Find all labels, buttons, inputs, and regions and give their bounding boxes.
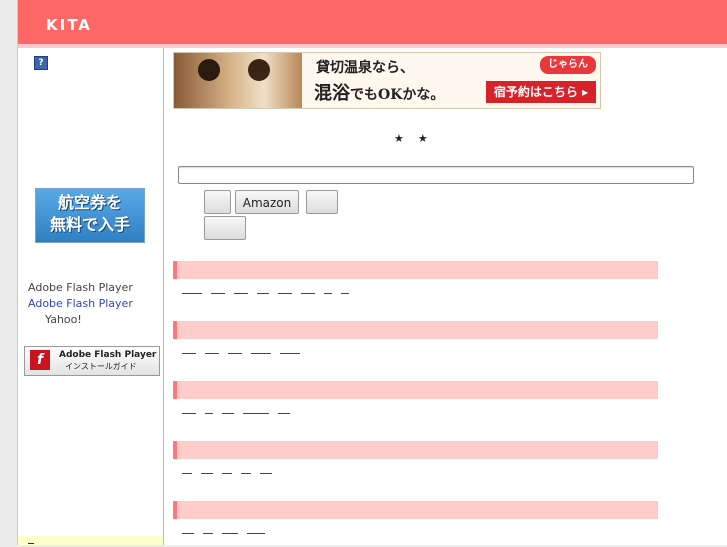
section-link[interactable] bbox=[243, 413, 269, 414]
section-link[interactable] bbox=[182, 413, 196, 414]
flash-badge-subtitle: インストールガイド bbox=[65, 362, 137, 371]
link-row bbox=[182, 533, 274, 543]
section-link[interactable] bbox=[301, 293, 315, 294]
section-header bbox=[173, 501, 658, 519]
sidebar-footer bbox=[18, 536, 163, 545]
section-link[interactable] bbox=[341, 293, 349, 294]
amazon-search-button[interactable]: Amazon bbox=[235, 190, 299, 214]
section-link[interactable] bbox=[222, 413, 234, 414]
ad-subheadline-big: 混浴 bbox=[314, 83, 350, 104]
search-option-button[interactable] bbox=[306, 190, 338, 214]
section-link[interactable] bbox=[222, 533, 238, 534]
section-link[interactable] bbox=[251, 353, 271, 354]
onsen-ad-banner[interactable]: 貸切温泉なら、 混浴でもOKかな。 じゃらん 宿予約はこちら ▸ bbox=[173, 52, 601, 109]
ad-subheadline-small: でもOKかな。 bbox=[350, 87, 445, 103]
ad-headline: 貸切温泉なら、 bbox=[316, 60, 414, 76]
air-ticket-banner[interactable]: 航空券を 無料で入手 bbox=[35, 188, 145, 243]
section-link[interactable] bbox=[260, 473, 272, 474]
section-link[interactable] bbox=[257, 293, 269, 294]
site-title[interactable]: KITA bbox=[46, 16, 92, 34]
section-link[interactable] bbox=[278, 413, 290, 414]
link-row bbox=[182, 413, 299, 423]
section-link[interactable] bbox=[280, 353, 300, 354]
rating-stars: ★★ bbox=[394, 132, 442, 145]
section-link[interactable] bbox=[182, 353, 196, 354]
section-link[interactable] bbox=[222, 473, 232, 474]
section-header bbox=[173, 441, 658, 459]
section-link[interactable] bbox=[234, 293, 248, 294]
link-row bbox=[182, 353, 309, 363]
jalan-logo: じゃらん bbox=[540, 56, 596, 74]
ad-person-icon bbox=[198, 59, 220, 81]
section-link[interactable] bbox=[228, 353, 242, 354]
section-link[interactable] bbox=[182, 473, 192, 474]
ad-person-icon bbox=[248, 59, 270, 81]
section-link[interactable] bbox=[182, 533, 194, 534]
flash-player-link[interactable]: Adobe Flash Player bbox=[28, 296, 133, 312]
section-link[interactable] bbox=[278, 293, 292, 294]
section-link[interactable] bbox=[205, 413, 213, 414]
air-banner-line2: 無料で入手 bbox=[49, 215, 130, 234]
section-link[interactable] bbox=[205, 353, 219, 354]
link-row bbox=[182, 473, 281, 483]
flash-notice-yahoo: Yahoo! bbox=[45, 313, 82, 326]
section-link[interactable] bbox=[201, 473, 213, 474]
flash-install-guide-button[interactable]: f Adobe Flash Player インストールガイド bbox=[24, 346, 160, 376]
main-content: 貸切温泉なら、 混浴でもOKかな。 じゃらん 宿予約はこちら ▸ ★★ Amaz… bbox=[164, 48, 727, 545]
section-link[interactable] bbox=[182, 293, 202, 294]
air-banner-line1: 航空券を bbox=[57, 193, 122, 212]
site-header: KITA bbox=[18, 0, 727, 44]
section-header bbox=[173, 261, 658, 279]
flash-notice-text: Adobe Flash Player bbox=[28, 281, 133, 294]
section-link[interactable] bbox=[241, 473, 251, 474]
page-frame: KITA ? 航空券を 無料で入手 Adobe Flash Player Ado… bbox=[17, 0, 727, 545]
search-submit-button[interactable] bbox=[204, 216, 246, 240]
sidebar: ? 航空券を 無料で入手 Adobe Flash Player Adobe Fl… bbox=[18, 48, 164, 545]
link-row bbox=[182, 293, 358, 303]
sidebar-footer-mark bbox=[28, 543, 34, 544]
help-icon[interactable]: ? bbox=[34, 56, 48, 70]
section-link[interactable] bbox=[211, 293, 225, 294]
flash-logo-icon: f bbox=[30, 350, 50, 370]
search-input[interactable] bbox=[178, 166, 694, 184]
ad-photo bbox=[174, 53, 302, 108]
search-button[interactable] bbox=[204, 190, 231, 214]
section-link[interactable] bbox=[247, 533, 265, 534]
section-link[interactable] bbox=[324, 293, 332, 294]
section-header bbox=[173, 321, 658, 339]
section-link[interactable] bbox=[203, 533, 213, 534]
section-header bbox=[173, 381, 658, 399]
ad-reserve-button[interactable]: 宿予約はこちら ▸ bbox=[486, 81, 596, 103]
ad-subheadline: 混浴でもOKかな。 bbox=[314, 79, 444, 105]
flash-badge-title: Adobe Flash Player bbox=[59, 350, 157, 360]
flash-notice: Adobe Flash Player Adobe Flash Player Ya… bbox=[28, 280, 133, 328]
